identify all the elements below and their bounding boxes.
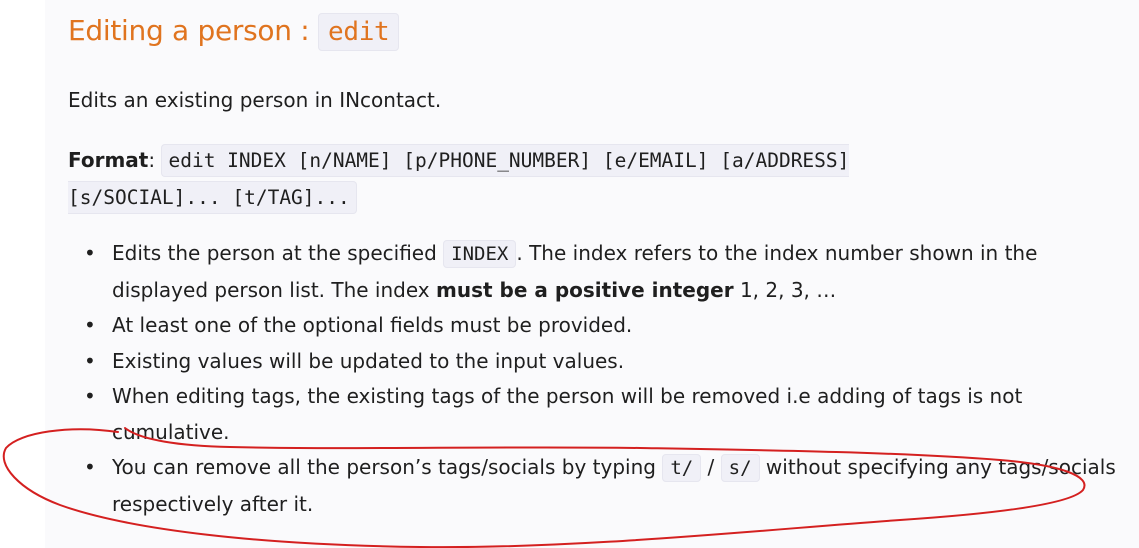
bullet-list: Edits the person at the specified INDEX.… <box>68 236 1122 522</box>
bullet-text: You can remove all the person’s tags/soc… <box>112 455 663 479</box>
bold-text: must be a positive integer <box>436 277 734 302</box>
bullet-text: 1, 2, 3, … <box>733 277 837 302</box>
heading-code: edit <box>318 13 400 51</box>
section-heading: Editing a person : edit <box>68 13 400 51</box>
format-sep: : <box>148 148 162 172</box>
bullet-text: Edits the person at the specified <box>112 241 444 265</box>
heading-text: Editing a person : <box>68 14 318 47</box>
description: Edits an existing person in INcontact. <box>68 88 442 112</box>
list-item: You can remove all the person’s tags/soc… <box>84 450 1122 522</box>
tag-prefix-code: t/ <box>662 454 702 482</box>
list-item: Edits the person at the specified INDEX.… <box>84 236 1122 308</box>
bullet-text: / <box>701 455 721 479</box>
format-line: Format: edit INDEX [n/NAME] [p/PHONE_NUM… <box>68 142 968 216</box>
format-label: Format <box>68 148 149 172</box>
list-item: At least one of the optional fields must… <box>84 308 1122 344</box>
list-item: Existing values will be updated to the i… <box>84 344 1122 380</box>
list-item: When editing tags, the existing tags of … <box>84 379 1122 450</box>
format-command: edit INDEX [n/NAME] [p/PHONE_NUMBER] [e/… <box>68 144 850 214</box>
social-prefix-code: s/ <box>720 454 760 482</box>
index-code: INDEX <box>443 240 517 268</box>
